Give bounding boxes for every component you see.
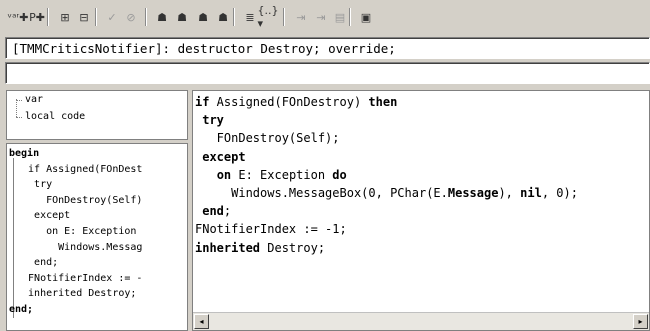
table-button[interactable]: ▤ (330, 7, 350, 27)
code-token: do (332, 167, 347, 182)
toolbar-separator (95, 8, 97, 26)
window-button[interactable]: ▣ (356, 7, 376, 27)
insert-block-icon: ⊞ (60, 10, 70, 24)
tool-4-icon: ☗ (218, 10, 228, 24)
insert-block-2-button[interactable]: ⊟ (74, 7, 94, 27)
step-button[interactable]: ⇥ (291, 7, 311, 27)
braces-dropdown-button[interactable]: {..}▾ (257, 4, 279, 30)
code-token: end (202, 204, 224, 219)
code-line: try (195, 111, 578, 129)
outline-line: begin (9, 148, 40, 159)
code-editor[interactable]: if Assigned(FOnDestroy) then try FOnDest… (192, 90, 650, 331)
outline-line: FOnDestroy(Self) (16, 194, 143, 206)
horizontal-scrollbar[interactable]: ◂ ▸ (193, 312, 649, 330)
add-var-icon: ᵛᵃʳ✚ (7, 10, 29, 24)
tool-1-icon: ☗ (157, 10, 167, 24)
code-token: Assigned(FOnDestroy) (209, 95, 369, 109)
toolbar-separator (145, 8, 147, 26)
empty-field[interactable] (5, 62, 650, 84)
tree-item-local-code[interactable]: local code (25, 111, 85, 122)
cancel-button[interactable]: ⊘ (121, 7, 141, 27)
code-line: if Assigned(FOnDestroy) then (195, 93, 578, 111)
outline-line: FNotifierIndex := - (16, 272, 143, 284)
table-icon: ▤ (334, 10, 346, 24)
code-token: then (368, 95, 398, 109)
tool-4-button[interactable]: ☗ (213, 7, 233, 27)
code-token: nil (520, 186, 542, 201)
tool-2-icon: ☗ (177, 10, 187, 24)
code-outline-pane: begin if Assigned(FOnDest try FOnDestroy… (6, 143, 188, 331)
outline-line: on E: Exception (16, 226, 137, 237)
code-text: if Assigned(FOnDestroy) then try FOnDest… (195, 93, 578, 257)
scroll-right-button[interactable]: ▸ (633, 314, 648, 329)
code-token: inherited (195, 240, 261, 255)
toolbar: ᵛᵃʳ✚ P✚ ⊞ ⊟ ✓ ⊘ ☗ ☗ ☗ ☗ ≣ {..}▾ ⇥ ⇥ ▤ ▣ (0, 0, 650, 36)
code-line: end; (195, 202, 578, 220)
tree-view: var local code (6, 90, 188, 140)
step-next-icon: ⇥ (316, 10, 326, 24)
code-line: FOnDestroy(Self); (195, 129, 578, 147)
code-line: on E: Exception do (195, 166, 578, 184)
step-icon: ⇥ (296, 10, 306, 24)
code-token: , 0); (541, 186, 578, 201)
tool-2-button[interactable]: ☗ (172, 7, 192, 27)
code-token: on (216, 167, 232, 182)
step-next-button[interactable]: ⇥ (311, 7, 331, 27)
outline-line: Windows.Messag (16, 241, 143, 253)
add-method-button[interactable]: P✚ (27, 7, 47, 27)
arrow-left-icon: ◂ (199, 317, 204, 326)
scroll-left-button[interactable]: ◂ (194, 314, 209, 329)
declaration-text: [TMMCriticsNotifier]: destructor Destroy… (12, 41, 396, 56)
add-method-icon: P✚ (29, 10, 45, 24)
tool-1-button[interactable]: ☗ (152, 7, 172, 27)
code-token: except (202, 149, 246, 164)
outline-line: inherited Destroy; (16, 288, 137, 300)
insert-block-2-icon: ⊟ (79, 10, 89, 24)
outline-line: except (16, 210, 71, 222)
code-token: Message (447, 186, 499, 201)
outline-line: try (16, 179, 53, 191)
tree-item-var[interactable]: var (25, 94, 43, 105)
code-token: ; (223, 204, 232, 219)
braces-dropdown-icon: {..}▾ (257, 4, 279, 30)
code-token: E: Exception (231, 167, 333, 182)
add-var-button[interactable]: ᵛᵃʳ✚ (7, 7, 29, 27)
arrow-right-icon: ▸ (638, 317, 643, 326)
tool-3-button[interactable]: ☗ (193, 7, 213, 27)
declaration-field[interactable]: [TMMCriticsNotifier]: destructor Destroy… (5, 37, 650, 59)
code-token: try (202, 113, 224, 128)
outline-line: end; (16, 257, 59, 269)
insert-block-button[interactable]: ⊞ (55, 7, 75, 27)
code-token: if (195, 95, 210, 109)
outline-line: end; (9, 304, 34, 315)
tool-3-icon: ☗ (198, 10, 208, 24)
code-line: Windows.MessageBox(0, PChar(E.Message), … (195, 184, 578, 202)
code-line: inherited Destroy; (195, 239, 578, 257)
check-icon: ✓ (107, 10, 117, 24)
toolbar-separator (233, 8, 235, 26)
code-line: except (195, 148, 578, 166)
code-token: Destroy; (260, 240, 326, 255)
code-token: FOnDestroy(Self); (195, 131, 340, 146)
toolbar-separator (47, 8, 49, 26)
code-token: ), (498, 186, 521, 201)
code-line: FNotifierIndex := -1; (195, 220, 578, 238)
code-token: FNotifierIndex := -1; (195, 222, 347, 237)
code-token: Windows.MessageBox(0, PChar(E. (195, 186, 448, 201)
toolbar-separator (283, 8, 285, 26)
format-icon: ≣ (245, 10, 255, 24)
check-button[interactable]: ✓ (102, 7, 122, 27)
outline-line: if Assigned(FOnDest (16, 163, 143, 175)
cancel-icon: ⊘ (126, 10, 136, 24)
toolbar-separator (349, 8, 351, 26)
window-icon: ▣ (360, 10, 372, 24)
